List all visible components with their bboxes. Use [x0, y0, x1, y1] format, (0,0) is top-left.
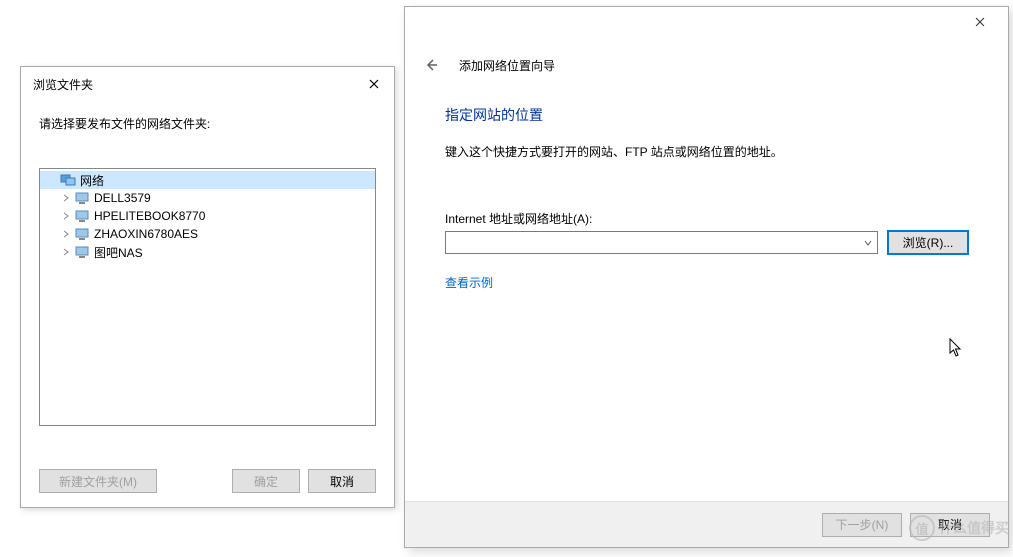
tree-root-network[interactable]: 网络 — [40, 171, 375, 189]
cancel-button[interactable]: 取消 — [910, 513, 990, 537]
browse-button[interactable]: 浏览(R)... — [888, 231, 968, 254]
view-example-link[interactable]: 查看示例 — [445, 276, 493, 290]
address-label: Internet 地址或网络地址(A): — [445, 210, 968, 227]
folder-tree[interactable]: 网络 DELL3579 HPELITEBOOK8770 ZHAOXIN6780A… — [39, 168, 376, 426]
back-arrow-icon[interactable] — [419, 53, 443, 77]
tree-item[interactable]: DELL3579 — [40, 189, 375, 207]
browse-button-row: 新建文件夹(M) 确定 取消 — [21, 469, 394, 493]
browse-folder-dialog: 浏览文件夹 请选择要发布文件的网络文件夹: 网络 DELL3579 HPELIT… — [20, 66, 395, 508]
tree-item[interactable]: 图吧NAS — [40, 243, 375, 261]
tree-root-label: 网络 — [80, 172, 104, 189]
chevron-down-icon[interactable] — [859, 233, 876, 252]
wizard-heading: 指定网站的位置 — [445, 105, 968, 125]
chevron-right-icon[interactable] — [60, 228, 72, 240]
new-folder-button[interactable]: 新建文件夹(M) — [39, 469, 157, 493]
wizard-header: 添加网络位置向导 — [405, 37, 1008, 85]
chevron-right-icon[interactable] — [60, 210, 72, 222]
chevron-right-icon[interactable] — [60, 192, 72, 204]
computer-icon — [74, 191, 90, 205]
network-icon — [60, 173, 76, 187]
chevron-right-icon[interactable] — [60, 246, 72, 258]
wizard-title: 添加网络位置向导 — [459, 57, 555, 74]
computer-icon — [74, 245, 90, 259]
wizard-titlebar — [405, 7, 1008, 37]
address-combobox[interactable] — [445, 231, 878, 254]
computer-icon — [74, 227, 90, 241]
tree-item-label: HPELITEBOOK8770 — [94, 209, 205, 223]
address-input[interactable] — [445, 231, 878, 254]
browse-instruction: 请选择要发布文件的网络文件夹: — [21, 99, 394, 140]
close-icon[interactable] — [960, 8, 1000, 36]
browse-titlebar: 浏览文件夹 — [21, 67, 394, 99]
cancel-button[interactable]: 取消 — [308, 469, 376, 493]
browse-title: 浏览文件夹 — [33, 76, 93, 93]
wizard-footer: 下一步(N) 取消 — [405, 501, 1008, 547]
tree-item[interactable]: ZHAOXIN6780AES — [40, 225, 375, 243]
add-network-location-wizard: 添加网络位置向导 指定网站的位置 键入这个快捷方式要打开的网站、FTP 站点或网… — [404, 6, 1009, 548]
close-icon[interactable] — [364, 75, 384, 93]
tree-item-label: 图吧NAS — [94, 244, 143, 261]
tree-item-label: DELL3579 — [94, 191, 151, 205]
next-button[interactable]: 下一步(N) — [822, 513, 902, 537]
wizard-description: 键入这个快捷方式要打开的网站、FTP 站点或网络位置的地址。 — [445, 143, 968, 160]
tree-item-label: ZHAOXIN6780AES — [94, 227, 198, 241]
computer-icon — [74, 209, 90, 223]
address-row: 浏览(R)... — [445, 231, 968, 254]
wizard-body: 指定网站的位置 键入这个快捷方式要打开的网站、FTP 站点或网络位置的地址。 I… — [405, 85, 1008, 291]
tree-item[interactable]: HPELITEBOOK8770 — [40, 207, 375, 225]
ok-button[interactable]: 确定 — [232, 469, 300, 493]
